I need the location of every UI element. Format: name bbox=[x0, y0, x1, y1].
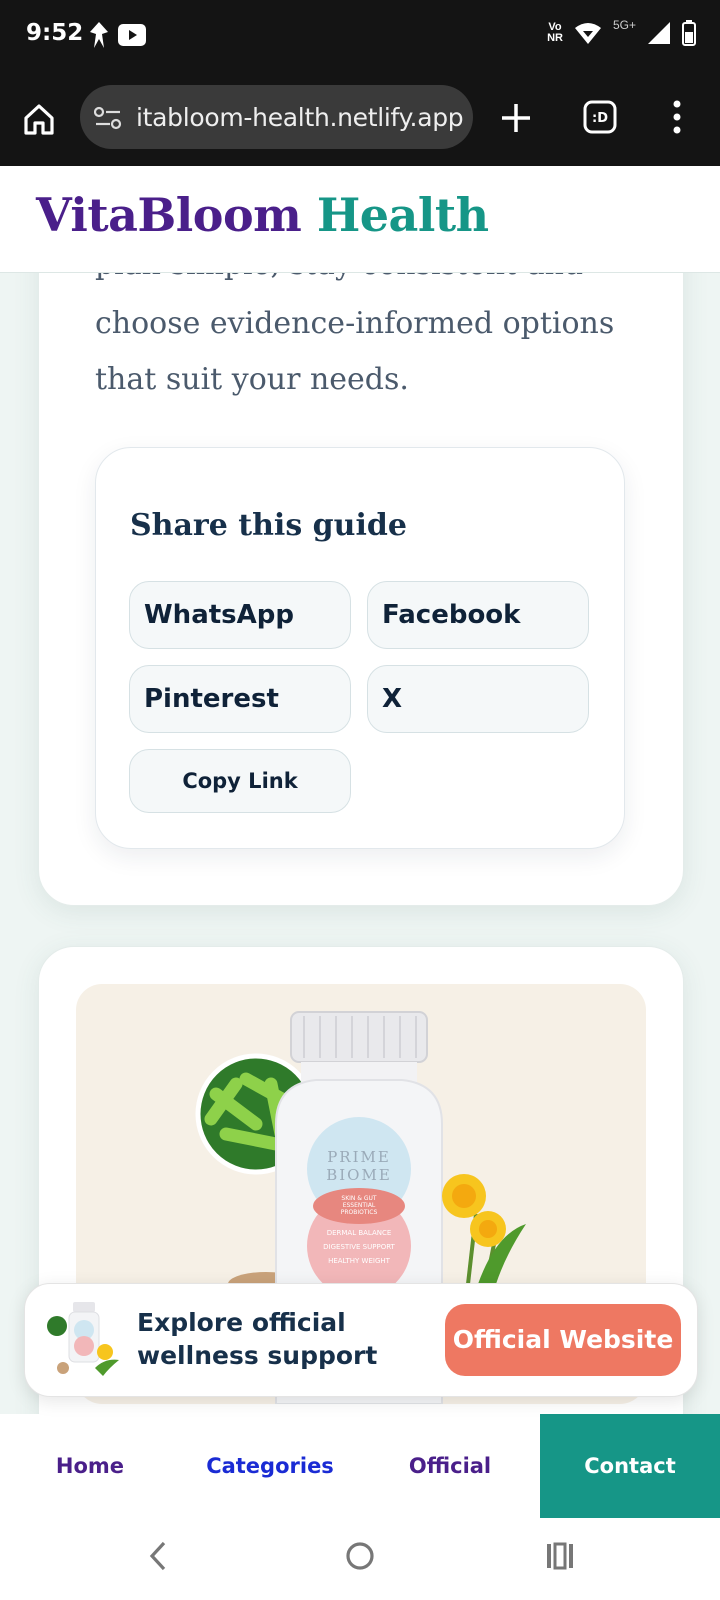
nav-categories[interactable]: Categories bbox=[180, 1414, 360, 1518]
back-icon[interactable] bbox=[148, 1540, 168, 1572]
share-x-button[interactable]: X bbox=[367, 665, 589, 733]
network-type-label: Vo NR bbox=[547, 21, 563, 44]
article-intro-line: that suit your needs. bbox=[95, 362, 409, 397]
share-facebook-button[interactable]: Facebook bbox=[367, 581, 589, 649]
product-benefit-text: DERMAL BALANCE bbox=[327, 1229, 392, 1237]
product-thumbnail bbox=[47, 1302, 119, 1376]
status-time: 9:52 bbox=[26, 20, 84, 46]
svg-text::D: :D bbox=[592, 111, 608, 126]
battery-icon bbox=[682, 20, 696, 46]
copy-link-button[interactable]: Copy Link bbox=[129, 749, 351, 813]
browser-toolbar: itabloom-health.netlify.app :D bbox=[0, 72, 720, 166]
product-tag-text: PROBIOTICS bbox=[341, 1209, 378, 1216]
cell-signal-icon bbox=[648, 22, 670, 44]
share-pinterest-button[interactable]: Pinterest bbox=[129, 665, 351, 733]
site-settings-icon[interactable] bbox=[94, 106, 122, 130]
product-brand-text: PRIME bbox=[327, 1148, 391, 1166]
site-header: VitaBloom Health bbox=[0, 166, 720, 273]
system-navigation-bar bbox=[0, 1518, 720, 1600]
sticky-cta-bar: Explore official wellness support Offici… bbox=[24, 1283, 698, 1397]
home-circle-icon[interactable] bbox=[345, 1541, 375, 1571]
network-5g-label: 5G+ bbox=[612, 18, 636, 32]
more-menu-icon[interactable] bbox=[672, 100, 682, 134]
wifi-icon bbox=[574, 23, 601, 44]
product-benefit-text: DIGESTIVE SUPPORT bbox=[323, 1243, 395, 1251]
product-tag-text: ESSENTIAL bbox=[343, 1202, 376, 1209]
bottom-navigation: Home Categories Official Contact bbox=[0, 1414, 720, 1518]
nav-contact[interactable]: Contact bbox=[540, 1414, 720, 1518]
status-bar: 9:52 Vo NR 5G+ bbox=[0, 0, 720, 72]
youtube-icon bbox=[118, 24, 146, 46]
nav-home[interactable]: Home bbox=[0, 1414, 180, 1518]
product-tag-text: SKIN & GUT bbox=[341, 1195, 377, 1202]
official-website-button[interactable]: Official Website bbox=[445, 1304, 681, 1376]
home-icon[interactable] bbox=[22, 102, 56, 136]
share-whatsapp-button[interactable]: WhatsApp bbox=[129, 581, 351, 649]
tab-switcher-icon[interactable]: :D bbox=[583, 100, 617, 134]
share-title: Share this guide bbox=[130, 508, 407, 543]
share-panel: Share this guide WhatsApp Facebook Pinte… bbox=[95, 447, 625, 849]
sticky-cta-text: Explore official wellness support bbox=[137, 1308, 378, 1370]
new-tab-icon[interactable] bbox=[500, 102, 532, 134]
product-brand-text: BIOME bbox=[326, 1166, 392, 1184]
url-text: itabloom-health.netlify.app bbox=[136, 103, 464, 132]
nav-official[interactable]: Official bbox=[360, 1414, 540, 1518]
address-bar[interactable]: itabloom-health.netlify.app bbox=[80, 85, 473, 149]
site-logo[interactable]: VitaBloom Health bbox=[36, 188, 489, 242]
navigation-icon bbox=[90, 22, 108, 48]
recent-apps-icon[interactable] bbox=[545, 1542, 575, 1570]
product-benefit-text: HEALTHY WEIGHT bbox=[328, 1257, 391, 1265]
article-intro-line: choose evidence-informed options bbox=[95, 306, 615, 341]
